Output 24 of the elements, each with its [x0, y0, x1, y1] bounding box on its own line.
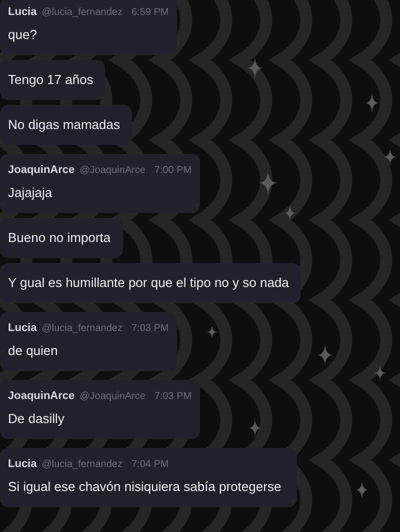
message-text: Tengo 17 años	[8, 72, 94, 88]
user-handle: @JoaquinArce	[80, 164, 146, 178]
message-text: Bueno no importa	[8, 230, 112, 246]
author-name: JoaquinArce	[8, 389, 75, 403]
message-text: Jajajaja	[8, 185, 54, 201]
timestamp: 7:04 PM	[132, 458, 169, 472]
user-handle: @lucia_fernandez	[42, 458, 122, 472]
user-handle: @lucia_fernandez	[42, 6, 122, 20]
timestamp: 7:00 PM	[154, 164, 192, 178]
message-text: Si igual ese chavón nisiquiera sabía protegerse	[8, 479, 282, 495]
author-name: JoaquinArce	[8, 163, 75, 177]
user-handle: @JoaquinArce	[80, 390, 146, 404]
author-name: Lucia	[8, 457, 37, 471]
author-name: Lucia	[8, 321, 37, 335]
message-text: Y gual es humillante por que el tipo no y so nada	[8, 275, 290, 291]
timestamp: 7:03 PM	[132, 322, 169, 336]
message-text: de quien	[8, 343, 59, 359]
message-text: No digas mamadas	[8, 117, 121, 133]
timestamp: 6:59 PM	[132, 6, 169, 20]
author-name: Lucia	[8, 5, 37, 19]
message-text: De dasilly	[8, 411, 66, 427]
user-handle: @lucia_fernandez	[42, 322, 122, 336]
timestamp: 7:03 PM	[154, 390, 192, 404]
message-text: que?	[8, 27, 38, 43]
